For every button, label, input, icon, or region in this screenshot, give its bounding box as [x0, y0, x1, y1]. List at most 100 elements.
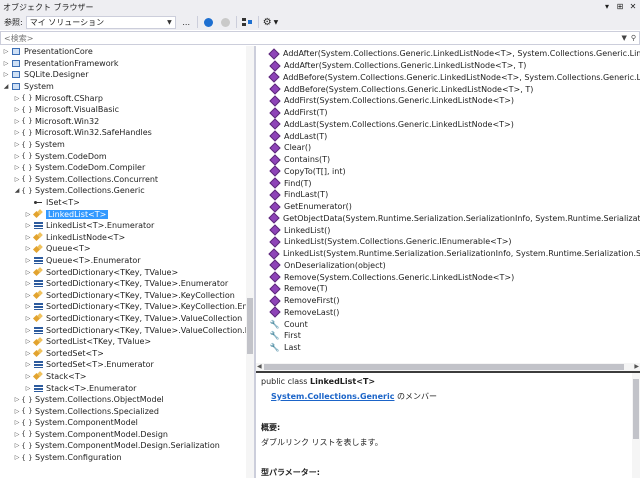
tree-node[interactable]: ▷{ } System.Collections.Concurrent	[0, 174, 254, 186]
tree-node[interactable]: ▷ Stack<T>	[0, 371, 254, 383]
expand-arrow-icon[interactable]: ▷	[13, 129, 21, 136]
expand-arrow-icon[interactable]: ▷	[24, 327, 32, 334]
expand-arrow-icon[interactable]: ▷	[13, 164, 21, 171]
tree-node[interactable]: ▷ PresentationFramework	[0, 58, 254, 70]
member-method-item[interactable]: Contains(T)	[256, 154, 640, 166]
member-method-item[interactable]: LinkedList()	[256, 224, 640, 236]
member-method-item[interactable]: LinkedList(System.Collections.Generic.IE…	[256, 236, 640, 248]
description-scrollbar[interactable]	[632, 373, 640, 478]
tree-scrollbar[interactable]	[246, 46, 254, 478]
tree-node[interactable]: ▷{ } Microsoft.CSharp	[0, 92, 254, 104]
tree-node[interactable]: ▷{ } Microsoft.VisualBasic	[0, 104, 254, 116]
member-method-item[interactable]: CopyTo(T[], int)	[256, 166, 640, 178]
tree-node[interactable]: ▷ SortedDictionary<TKey, TValue>.KeyColle…	[0, 301, 254, 313]
member-method-item[interactable]: AddBefore(System.Collections.Generic.Lin…	[256, 72, 640, 84]
expand-arrow-icon[interactable]: ▷	[13, 431, 21, 438]
expand-arrow-icon[interactable]: ▷	[24, 361, 32, 368]
description-scrollbar-thumb[interactable]	[633, 379, 639, 439]
tree-node[interactable]: ▷ Queue<T>.Enumerator	[0, 255, 254, 267]
scroll-left-icon[interactable]: ◀	[257, 363, 262, 370]
browse-scope-select[interactable]: マイ ソリューション ▼	[25, 15, 176, 29]
member-method-item[interactable]: Remove(T)	[256, 283, 640, 295]
member-method-item[interactable]: FindLast(T)	[256, 189, 640, 201]
expand-arrow-icon[interactable]: ▷	[24, 292, 32, 299]
tree-node[interactable]: ▷{ } System	[0, 139, 254, 151]
add-reference-button[interactable]	[241, 16, 254, 29]
member-method-item[interactable]: Clear()	[256, 142, 640, 154]
tree-node[interactable]: ▷ SortedDictionary<TKey, TValue>.ValueCol…	[0, 313, 254, 325]
tree-node[interactable]: ▷ SortedDictionary<TKey, TValue>.Enumerat…	[0, 278, 254, 290]
tree-node[interactable]: ▷ SortedDictionary<TKey, TValue>.ValueCol…	[0, 324, 254, 336]
expand-arrow-icon[interactable]: ▷	[2, 60, 10, 67]
expand-arrow-icon[interactable]: ▷	[24, 338, 32, 345]
expand-arrow-icon[interactable]: ▷	[13, 141, 21, 148]
member-method-item[interactable]: AddLast(System.Collections.Generic.Linke…	[256, 119, 640, 131]
collapse-arrow-icon[interactable]: ◢	[2, 83, 10, 90]
member-method-item[interactable]: AddAfter(System.Collections.Generic.Link…	[256, 60, 640, 72]
tree-node[interactable]: ▷{ } Microsoft.Win32	[0, 116, 254, 128]
collapse-arrow-icon[interactable]: ◢	[13, 187, 21, 194]
expand-arrow-icon[interactable]: ▷	[13, 408, 21, 415]
member-method-item[interactable]: AddFirst(T)	[256, 107, 640, 119]
expand-arrow-icon[interactable]: ▷	[13, 442, 21, 449]
member-method-item[interactable]: GetObjectData(System.Runtime.Serializati…	[256, 213, 640, 225]
member-property-item[interactable]: 🔧 First	[256, 330, 640, 342]
tree-node[interactable]: ▷ SortedSet<T>	[0, 347, 254, 359]
member-method-item[interactable]: AddBefore(System.Collections.Generic.Lin…	[256, 83, 640, 95]
member-method-item[interactable]: OnDeserialization(object)	[256, 260, 640, 272]
tree-node[interactable]: ▷ PresentationCore	[0, 46, 254, 58]
tree-node[interactable]: ◢{ } System.Collections.Generic	[0, 185, 254, 197]
tree-node[interactable]: ▷ Stack<T>.Enumerator	[0, 382, 254, 394]
tree-node[interactable]: ▷ SortedDictionary<TKey, TValue>.KeyColle…	[0, 289, 254, 301]
tree-node[interactable]: ▷ LinkedListNode<T>	[0, 232, 254, 244]
settings-button[interactable]: ⚙ ▼	[263, 16, 279, 29]
expand-arrow-icon[interactable]: ▷	[24, 280, 32, 287]
expand-arrow-icon[interactable]: ▷	[13, 118, 21, 125]
tree-node[interactable]: ▷{ } System.CodeDom	[0, 150, 254, 162]
expand-arrow-icon[interactable]: ▷	[24, 385, 32, 392]
tree-node[interactable]: ISet<T>	[0, 197, 254, 209]
back-button[interactable]	[202, 16, 215, 29]
expand-arrow-icon[interactable]: ▷	[13, 153, 21, 160]
expand-arrow-icon[interactable]: ▷	[13, 396, 21, 403]
tree-node[interactable]: ▷ SQLite.Designer	[0, 69, 254, 81]
expand-arrow-icon[interactable]: ▷	[13, 106, 21, 113]
member-method-item[interactable]: AddLast(T)	[256, 130, 640, 142]
member-method-item[interactable]: Find(T)	[256, 177, 640, 189]
member-method-item[interactable]: Remove(System.Collections.Generic.Linked…	[256, 271, 640, 283]
member-method-item[interactable]: RemoveLast()	[256, 307, 640, 319]
tree-node[interactable]: ◢ System	[0, 81, 254, 93]
expand-arrow-icon[interactable]: ▷	[24, 245, 32, 252]
member-method-item[interactable]: LinkedList(System.Runtime.Serialization.…	[256, 248, 640, 260]
member-method-item[interactable]: AddAfter(System.Collections.Generic.Link…	[256, 48, 640, 60]
tree-node[interactable]: ▷{ } System.Collections.ObjectModel	[0, 394, 254, 406]
forward-button[interactable]	[219, 16, 232, 29]
member-method-item[interactable]: RemoveFirst()	[256, 295, 640, 307]
expand-arrow-icon[interactable]: ▷	[13, 454, 21, 461]
tree-node[interactable]: ▷{ } Microsoft.Win32.SafeHandles	[0, 127, 254, 139]
expand-arrow-icon[interactable]: ▷	[24, 315, 32, 322]
tree-scrollbar-thumb[interactable]	[247, 298, 253, 354]
dropdown-icon[interactable]: ▾	[602, 1, 612, 12]
expand-arrow-icon[interactable]: ▷	[24, 350, 32, 357]
member-method-item[interactable]: AddFirst(System.Collections.Generic.Link…	[256, 95, 640, 107]
chevron-down-icon[interactable]: ▼	[621, 34, 626, 42]
tree-node[interactable]: ▷ SortedList<TKey, TValue>	[0, 336, 254, 348]
members-scrollbar-thumb[interactable]	[264, 364, 624, 370]
edit-custom-component-set-button[interactable]: ...	[180, 16, 193, 29]
members-horizontal-scrollbar[interactable]: ◀ ▶	[256, 363, 640, 371]
namespace-link[interactable]: System.Collections.Generic	[271, 392, 394, 401]
member-property-item[interactable]: 🔧 Count	[256, 318, 640, 330]
tree-node[interactable]: ▷ LinkedList<T>.Enumerator	[0, 220, 254, 232]
tree-node[interactable]: ▷{ } System.CodeDom.Compiler	[0, 162, 254, 174]
expand-arrow-icon[interactable]: ▷	[13, 95, 21, 102]
tree-node[interactable]: ▷{ } System.ComponentModel	[0, 417, 254, 429]
tree-node[interactable]: ▷ SortedDictionary<TKey, TValue>	[0, 266, 254, 278]
expand-arrow-icon[interactable]: ▷	[24, 303, 32, 310]
search-icon[interactable]: ⚲	[631, 34, 636, 42]
pin-icon[interactable]: ⊞	[615, 1, 625, 12]
member-method-item[interactable]: GetEnumerator()	[256, 201, 640, 213]
expand-arrow-icon[interactable]: ▷	[13, 176, 21, 183]
expand-arrow-icon[interactable]: ▷	[24, 234, 32, 241]
expand-arrow-icon[interactable]: ▷	[24, 211, 32, 218]
